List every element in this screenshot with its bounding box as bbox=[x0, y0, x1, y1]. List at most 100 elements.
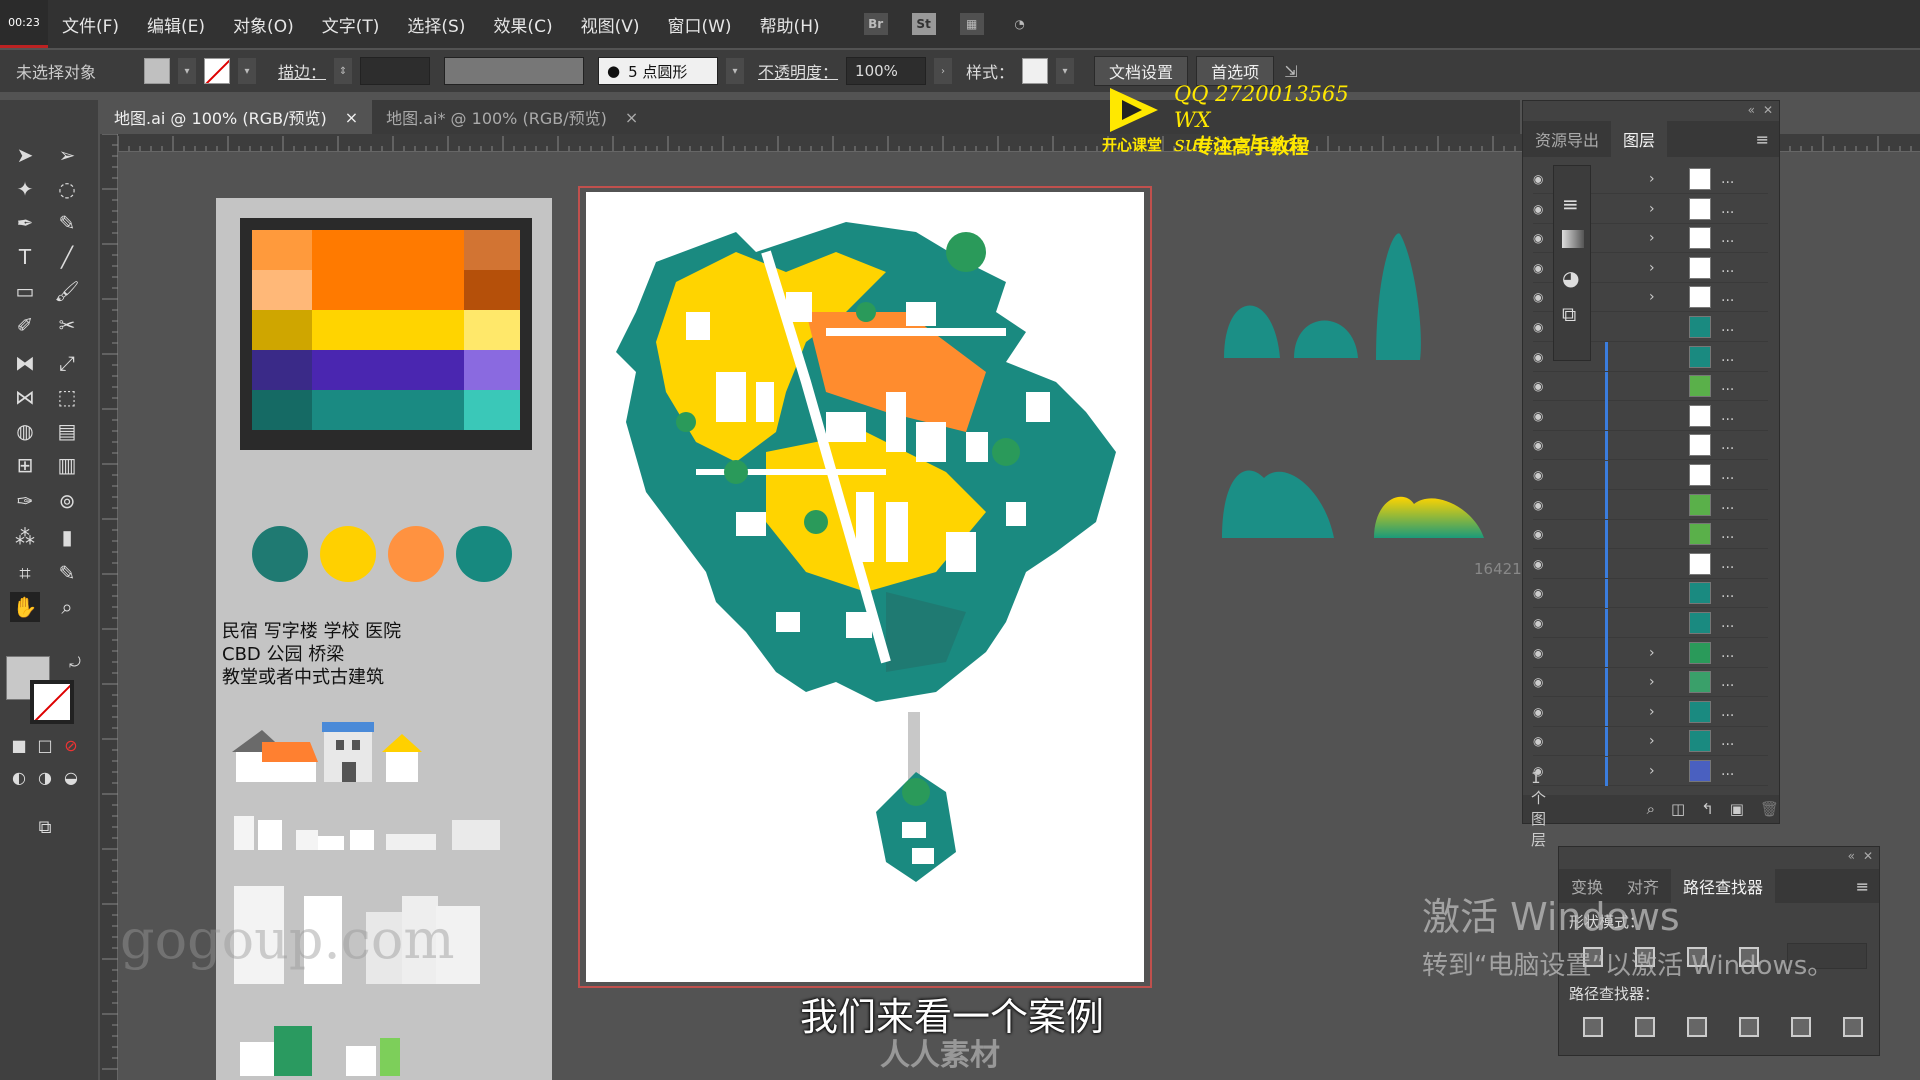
layer-name[interactable]: ... bbox=[1721, 526, 1734, 542]
new-layer-icon[interactable]: ▣ bbox=[1730, 800, 1744, 818]
opacity-field[interactable]: 100% bbox=[846, 57, 927, 85]
collapse-icon[interactable]: « bbox=[1848, 849, 1855, 863]
properties-icon[interactable]: ≡ bbox=[1562, 192, 1579, 216]
slice-tool-icon[interactable]: ✎ bbox=[52, 558, 82, 588]
draw-inside-icon[interactable]: ◒ bbox=[56, 762, 86, 792]
symbol-sprayer-icon[interactable]: ⁂ bbox=[10, 522, 40, 552]
teal-dark-circle[interactable] bbox=[252, 526, 308, 582]
menu-view[interactable]: 视图(V) bbox=[567, 12, 654, 37]
style-swatch[interactable] bbox=[1022, 58, 1049, 84]
pen-tool-icon[interactable]: ✒ bbox=[10, 208, 40, 238]
visibility-eye-icon[interactable]: ◉ bbox=[1533, 172, 1555, 186]
tab-close-icon[interactable]: × bbox=[625, 108, 638, 127]
yellow-circle[interactable] bbox=[320, 526, 376, 582]
trim-icon[interactable] bbox=[1635, 1017, 1655, 1037]
stroke-dropdown[interactable]: ▾ bbox=[238, 58, 256, 84]
layer-name[interactable]: ... bbox=[1721, 704, 1734, 720]
brush-dropdown[interactable]: ▾ bbox=[726, 58, 745, 84]
lasso-icon[interactable]: ◌ bbox=[52, 174, 82, 204]
visibility-eye-icon[interactable]: ◉ bbox=[1533, 231, 1555, 245]
layer-row[interactable]: ◉... bbox=[1533, 490, 1768, 520]
transparency-icon[interactable]: ◕ bbox=[1562, 266, 1579, 290]
layer-name[interactable]: ... bbox=[1721, 733, 1734, 749]
minus-back-icon[interactable] bbox=[1843, 1017, 1863, 1037]
visibility-eye-icon[interactable]: ◉ bbox=[1533, 646, 1555, 660]
visibility-eye-icon[interactable]: ◉ bbox=[1533, 734, 1555, 748]
layer-name[interactable]: ... bbox=[1721, 437, 1734, 453]
visibility-eye-icon[interactable]: ◉ bbox=[1533, 557, 1555, 571]
menu-select[interactable]: 选择(S) bbox=[393, 12, 479, 37]
shaper-tool-icon[interactable]: ✐ bbox=[10, 310, 40, 340]
none-mode-icon[interactable]: ⊘ bbox=[56, 730, 86, 760]
layer-name[interactable]: ... bbox=[1721, 467, 1734, 483]
fill-swatch[interactable] bbox=[144, 58, 170, 84]
layer-name[interactable]: ... bbox=[1721, 349, 1734, 365]
stroke-swatch[interactable] bbox=[204, 58, 230, 84]
layer-name[interactable]: ... bbox=[1721, 674, 1734, 690]
delete-layer-icon[interactable]: 🗑 bbox=[1760, 800, 1779, 818]
layer-name[interactable]: ... bbox=[1721, 171, 1734, 187]
screen-mode-icon[interactable]: ⧉ bbox=[30, 812, 60, 842]
scale-tool-icon[interactable]: ⤢ bbox=[52, 348, 82, 378]
arrange-icon[interactable]: ⇲ bbox=[1282, 58, 1300, 84]
layer-row[interactable]: ◉... bbox=[1533, 460, 1768, 490]
tree-shape-samples[interactable] bbox=[1214, 228, 1534, 548]
crop-icon[interactable] bbox=[1739, 1017, 1759, 1037]
direct-selection-tool-icon[interactable]: ➢ bbox=[52, 140, 82, 170]
tab-layers[interactable]: 图层 bbox=[1611, 121, 1668, 157]
magic-wand-icon[interactable]: ✦ bbox=[10, 174, 40, 204]
layer-name[interactable]: ... bbox=[1721, 319, 1734, 335]
tab-map-ai-copy[interactable]: 地图.ai* @ 100% (RGB/预览) × bbox=[372, 100, 652, 134]
close-panel-icon[interactable]: ✕ bbox=[1763, 103, 1773, 117]
layer-name[interactable]: ... bbox=[1721, 408, 1734, 424]
stroke-label[interactable]: 描边： bbox=[278, 59, 326, 83]
perspective-grid-icon[interactable]: ▤ bbox=[52, 416, 82, 446]
eyedropper-icon[interactable]: ✑ bbox=[10, 486, 40, 516]
stock-icon[interactable]: St bbox=[911, 13, 936, 35]
layer-name[interactable]: ... bbox=[1721, 615, 1734, 631]
style-dropdown[interactable]: ▾ bbox=[1056, 58, 1075, 84]
expand-chevron-icon[interactable]: › bbox=[1649, 260, 1655, 276]
expand-chevron-icon[interactable]: › bbox=[1649, 704, 1655, 720]
color-palette[interactable] bbox=[240, 218, 532, 450]
layer-name[interactable]: ... bbox=[1721, 201, 1734, 217]
layer-row[interactable]: ◉ ›... bbox=[1533, 638, 1768, 668]
locate-object-icon[interactable]: ⌕ bbox=[1647, 800, 1655, 818]
menu-object[interactable]: 对象(O) bbox=[219, 12, 308, 37]
line-tool-icon[interactable]: ╱ bbox=[52, 242, 82, 272]
tab-map-ai[interactable]: 地图.ai @ 100% (RGB/预览) × bbox=[100, 100, 373, 134]
gradient-panel-icon[interactable] bbox=[1562, 230, 1584, 248]
visibility-eye-icon[interactable]: ◉ bbox=[1533, 675, 1555, 689]
stroke-weight-stepper[interactable]: ⇕ bbox=[334, 58, 353, 84]
visibility-eye-icon[interactable]: ◉ bbox=[1533, 586, 1555, 600]
layer-name[interactable]: ... bbox=[1721, 497, 1734, 513]
layer-row[interactable]: ◉... bbox=[1533, 549, 1768, 579]
visibility-eye-icon[interactable]: ◉ bbox=[1533, 379, 1555, 393]
visibility-eye-icon[interactable]: ◉ bbox=[1533, 616, 1555, 630]
vertical-ruler[interactable] bbox=[100, 133, 118, 1080]
curvature-tool-icon[interactable]: ✎ bbox=[52, 208, 82, 238]
swap-colors-icon[interactable]: ⤾ bbox=[60, 648, 90, 678]
width-tool-icon[interactable]: ⋈ bbox=[10, 382, 40, 412]
panel-menu-icon[interactable]: ≡ bbox=[1746, 121, 1779, 157]
visibility-eye-icon[interactable]: ◉ bbox=[1533, 350, 1555, 364]
expand-chevron-icon[interactable]: › bbox=[1649, 674, 1655, 690]
gpu-performance-icon[interactable]: ◔ bbox=[1008, 13, 1032, 35]
make-clipping-mask-icon[interactable]: ◫ bbox=[1671, 800, 1685, 818]
menu-edit[interactable]: 编辑(E) bbox=[133, 12, 219, 37]
column-graph-icon[interactable]: ▮ bbox=[52, 522, 82, 552]
menu-window[interactable]: 窗口(W) bbox=[653, 12, 745, 37]
visibility-eye-icon[interactable]: ◉ bbox=[1533, 320, 1555, 334]
merge-icon[interactable] bbox=[1687, 1017, 1707, 1037]
visibility-eye-icon[interactable]: ◉ bbox=[1533, 438, 1555, 452]
artboard-tool-icon[interactable]: ⌗ bbox=[10, 558, 40, 588]
hand-tool-icon[interactable]: ✋ bbox=[10, 592, 40, 622]
type-tool-icon[interactable]: T bbox=[10, 242, 40, 272]
panel-menu-icon[interactable]: ≡ bbox=[1846, 869, 1879, 903]
layer-name[interactable]: ... bbox=[1721, 763, 1734, 779]
layer-name[interactable]: ... bbox=[1721, 289, 1734, 305]
outline-icon[interactable] bbox=[1791, 1017, 1811, 1037]
stroke-weight-field[interactable] bbox=[360, 57, 431, 85]
artboard[interactable] bbox=[586, 192, 1144, 982]
opacity-label[interactable]: 不透明度： bbox=[758, 59, 838, 83]
